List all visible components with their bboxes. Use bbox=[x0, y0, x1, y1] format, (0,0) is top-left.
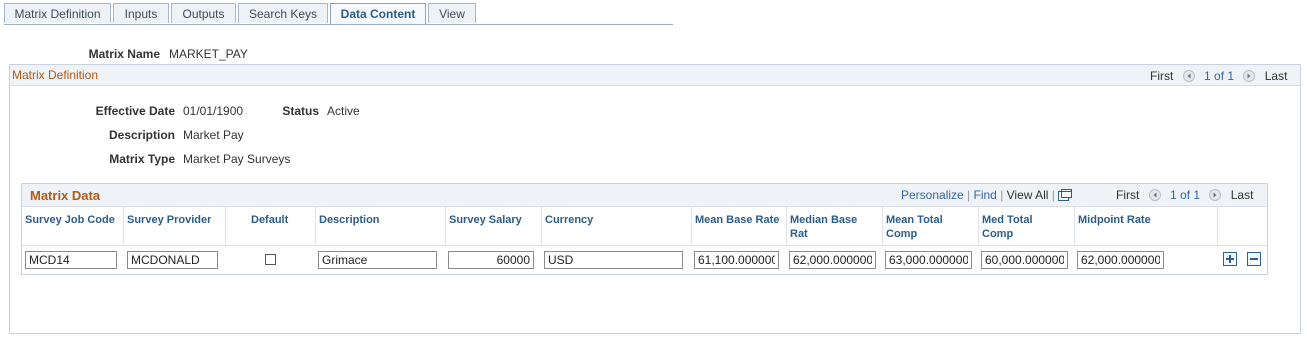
col-header-midpoint-rate[interactable]: Midpoint Rate bbox=[1075, 207, 1218, 245]
grid-first-label: First bbox=[1116, 188, 1140, 202]
grid-last-label: Last bbox=[1230, 188, 1254, 202]
col-header-median-base-rate[interactable]: Median Base Rat bbox=[787, 207, 883, 245]
grid-page-range: 1 of 1 bbox=[1170, 188, 1201, 202]
survey-salary-input[interactable] bbox=[448, 251, 534, 269]
status-value: Active bbox=[327, 104, 360, 118]
matrix-data-title: Matrix Data bbox=[30, 188, 101, 203]
description-label: Description bbox=[108, 128, 175, 142]
survey-job-code-input[interactable] bbox=[25, 251, 117, 269]
median-base-rate-input[interactable] bbox=[789, 251, 876, 269]
effective-date-label: Effective Date bbox=[95, 104, 175, 118]
view-all-link[interactable]: View All bbox=[1007, 188, 1049, 202]
col-header-label: Mean Base Rate bbox=[695, 214, 780, 226]
col-header-survey-provider[interactable]: Survey Provider bbox=[124, 207, 226, 245]
med-total-comp-input[interactable] bbox=[981, 251, 1068, 269]
tab-outputs[interactable]: Outputs bbox=[171, 3, 236, 23]
tab-search-keys[interactable]: Search Keys bbox=[238, 3, 328, 23]
first-arrow-icon[interactable] bbox=[1182, 70, 1195, 82]
description-value: Market Pay bbox=[183, 128, 244, 142]
col-header-mean-total-comp[interactable]: Mean Total Comp bbox=[883, 207, 979, 245]
matrix-type-label: Matrix Type bbox=[109, 152, 175, 166]
col-header-label: Survey Job Code bbox=[25, 214, 115, 226]
col-header-label: Survey Salary bbox=[449, 214, 522, 226]
tab-data-content[interactable]: Data Content bbox=[330, 3, 426, 24]
matrix-type-value: Market Pay Surveys bbox=[183, 152, 291, 166]
col-header-currency[interactable]: Currency bbox=[542, 207, 692, 245]
matrix-definition-title: Matrix Definition bbox=[12, 68, 99, 82]
matrix-name-value: MARKET_PAY bbox=[169, 47, 248, 61]
col-header-med-total-comp[interactable]: Med Total Comp bbox=[979, 207, 1075, 245]
col-header-survey-salary[interactable]: Survey Salary bbox=[446, 207, 542, 245]
col-header-label: Description bbox=[319, 214, 380, 226]
matrix-definition-nav: First 1 of 1 Last bbox=[1150, 69, 1287, 83]
col-header-label: Midpoint Rate bbox=[1078, 214, 1151, 226]
col-header-survey-job-code[interactable]: Survey Job Code bbox=[22, 207, 124, 245]
description-input[interactable] bbox=[318, 251, 437, 269]
tab-bar: Matrix Definition Inputs Outputs Search … bbox=[4, 3, 673, 25]
first-label: First bbox=[1150, 69, 1174, 83]
mean-base-rate-input[interactable] bbox=[694, 251, 779, 269]
col-header-description[interactable]: Description bbox=[316, 207, 446, 245]
last-label: Last bbox=[1264, 69, 1288, 83]
mean-total-comp-input[interactable] bbox=[885, 251, 972, 269]
col-header-default[interactable]: Default bbox=[226, 207, 316, 245]
survey-provider-input[interactable] bbox=[127, 251, 218, 269]
col-header-mean-base-rate[interactable]: Mean Base Rate bbox=[692, 207, 787, 245]
col-header-label: Default bbox=[251, 214, 289, 226]
col-header-label: Mean Total Comp bbox=[886, 214, 943, 240]
tab-matrix-definition[interactable]: Matrix Definition bbox=[4, 3, 111, 23]
col-header-label: Currency bbox=[545, 214, 594, 226]
table-row bbox=[22, 245, 1267, 272]
add-row-icon[interactable] bbox=[1223, 252, 1237, 266]
col-header-label: Median Base Rat bbox=[790, 214, 858, 240]
default-checkbox[interactable] bbox=[265, 254, 276, 265]
personalize-link[interactable]: Personalize bbox=[901, 188, 964, 202]
find-link[interactable]: Find bbox=[974, 188, 997, 202]
first-arrow-icon[interactable] bbox=[1148, 189, 1161, 201]
col-header-label: Med Total Comp bbox=[982, 214, 1033, 240]
status-label: Status bbox=[282, 104, 319, 118]
effective-date-value: 01/01/1900 bbox=[183, 104, 244, 118]
last-arrow-icon[interactable] bbox=[1209, 189, 1222, 201]
matrix-data-grid: Matrix Data Personalize | Find | View Al… bbox=[21, 183, 1268, 275]
col-header-actions bbox=[1218, 207, 1267, 245]
tab-inputs[interactable]: Inputs bbox=[113, 3, 169, 23]
tab-view[interactable]: View bbox=[428, 3, 476, 23]
matrix-name-label: Matrix Name bbox=[88, 47, 160, 61]
grid-nav: First 1 of 1 Last bbox=[1116, 188, 1253, 202]
currency-input[interactable] bbox=[544, 251, 683, 269]
last-arrow-icon[interactable] bbox=[1243, 70, 1256, 82]
midpoint-rate-input[interactable] bbox=[1077, 251, 1164, 269]
matrix-data-header: Matrix Data Personalize | Find | View Al… bbox=[22, 184, 1267, 207]
page-range: 1 of 1 bbox=[1204, 69, 1235, 83]
col-header-label: Survey Provider bbox=[127, 214, 212, 226]
popout-grid-icon[interactable] bbox=[1058, 189, 1073, 204]
delete-row-icon[interactable] bbox=[1247, 252, 1261, 266]
grid-toolbar: Personalize | Find | View All | bbox=[901, 188, 1073, 204]
matrix-definition-header: Matrix Definition First 1 of 1 Last bbox=[10, 65, 1300, 86]
